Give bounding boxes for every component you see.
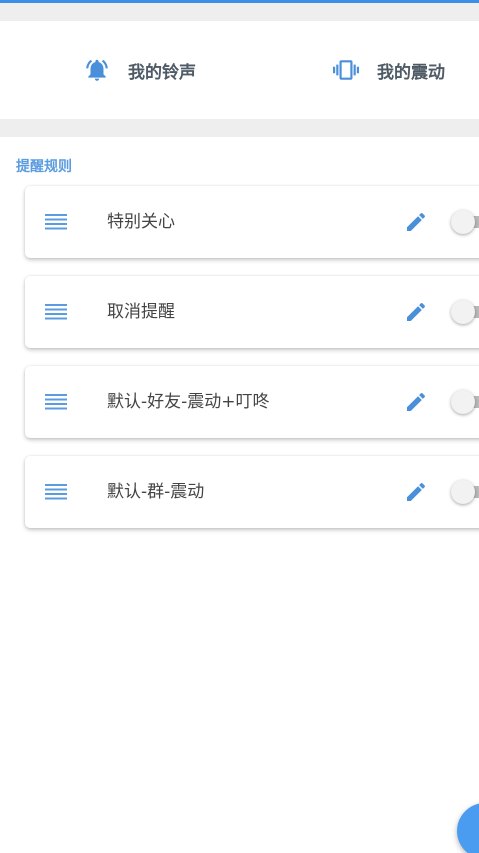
rule-card[interactable]: 默认-群-震动 (25, 456, 479, 528)
drag-handle-icon[interactable] (45, 393, 67, 411)
drag-handle-icon[interactable] (45, 303, 67, 321)
rule-toggle-switch[interactable] (451, 480, 479, 504)
toggle-thumb (451, 300, 475, 324)
pencil-edit-icon[interactable] (404, 300, 428, 324)
drag-handle-icon[interactable] (45, 213, 67, 231)
rule-name: 默认-群-震动 (107, 482, 205, 502)
rule-name: 取消提醒 (107, 302, 175, 322)
rule-toggle-switch[interactable] (451, 390, 479, 414)
rule-name: 特别关心 (107, 212, 175, 232)
reminder-rule-list: 特别关心 取消提醒 默认-好友-震动+叮咚 默认-群-震动 (0, 0, 479, 853)
drag-handle-icon[interactable] (45, 483, 67, 501)
toggle-thumb (451, 210, 475, 234)
rule-card[interactable]: 取消提醒 (25, 276, 479, 348)
pencil-edit-icon[interactable] (404, 210, 428, 234)
pencil-edit-icon[interactable] (404, 480, 428, 504)
pencil-edit-icon[interactable] (404, 390, 428, 414)
notification-settings-screen: 我的铃声 我的震动 提醒规则 特别关心 取消提醒 默认-好友-震动+叮咚 默认-… (0, 0, 479, 853)
rule-card[interactable]: 默认-好友-震动+叮咚 (25, 366, 479, 438)
rule-name: 默认-好友-震动+叮咚 (107, 392, 270, 412)
toggle-thumb (451, 480, 475, 504)
toggle-thumb (451, 390, 475, 414)
rule-toggle-switch[interactable] (451, 210, 479, 234)
rule-card[interactable]: 特别关心 (25, 186, 479, 258)
rule-toggle-switch[interactable] (451, 300, 479, 324)
